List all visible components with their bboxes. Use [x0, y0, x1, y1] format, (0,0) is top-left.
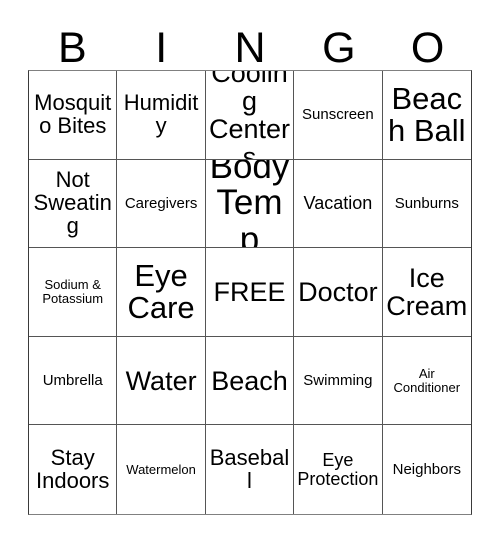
bingo-cell-label: Beach Ball	[388, 80, 466, 148]
bingo-cell-label: Swimming	[303, 371, 373, 389]
bingo-cell-label: Neighbors	[392, 460, 461, 478]
bingo-cell-o2[interactable]: Sunburns	[382, 159, 471, 249]
bingo-cell-i2[interactable]: Caregivers	[117, 159, 206, 249]
bingo-cell-label: Air Conditioner	[393, 366, 461, 395]
bingo-cell-i4[interactable]: Water	[117, 336, 206, 426]
bingo-cell-n2[interactable]: Body Temp	[205, 159, 295, 249]
bingo-cell-free-space[interactable]: FREE	[205, 248, 295, 337]
bingo-cell-o4[interactable]: Air Conditioner	[382, 336, 471, 426]
bingo-grid: Mosquito Bites Humidity Cooling Centers …	[28, 70, 472, 515]
bingo-header-letter-g: G	[322, 24, 356, 72]
bingo-cell-label: Humidity	[123, 89, 199, 138]
bingo-cell-b4[interactable]: Umbrella	[29, 336, 118, 426]
bingo-cell-label: Doctor	[298, 276, 378, 307]
bingo-header-letter-n: N	[234, 24, 266, 72]
bingo-cell-label: Umbrella	[42, 371, 103, 389]
bingo-cell-g2[interactable]: Vacation	[294, 159, 383, 249]
bingo-cell-b1[interactable]: Mosquito Bites	[29, 71, 118, 160]
bingo-cell-g5[interactable]: Eye Protection	[294, 425, 383, 514]
bingo-header-letter-i: I	[155, 24, 168, 72]
bingo-cell-b5[interactable]: Stay Indoors	[29, 425, 118, 514]
bingo-cell-label: Eye Protection	[297, 449, 379, 489]
bingo-cell-label: Body Temp	[209, 159, 290, 249]
bingo-cell-label: Not Sweating	[33, 167, 112, 238]
bingo-cell-label: Watermelon	[126, 461, 196, 477]
bingo-cell-label: Sodium & Potassium	[42, 277, 104, 306]
bingo-cell-i1[interactable]: Humidity	[117, 71, 206, 160]
bingo-cell-label: Sunscreen	[302, 106, 374, 123]
bingo-cell-n5[interactable]: Baseball	[205, 425, 295, 514]
bingo-cell-o5[interactable]: Neighbors	[382, 425, 471, 514]
bingo-header-letter-b: B	[58, 24, 87, 72]
bingo-cell-i3[interactable]: Eye Care	[117, 248, 206, 337]
bingo-cell-label: Baseball	[209, 444, 290, 493]
bingo-cell-label: Water	[125, 365, 197, 396]
bingo-cell-label: Cooling Centers	[208, 71, 291, 160]
bingo-cell-label: Sunburns	[394, 194, 459, 212]
bingo-cell-g4[interactable]: Swimming	[294, 336, 383, 426]
bingo-cell-b2[interactable]: Not Sweating	[29, 159, 118, 249]
bingo-cell-i5[interactable]: Watermelon	[117, 425, 206, 514]
bingo-cell-label: Stay Indoors	[36, 444, 110, 493]
bingo-cell-label: Beach	[211, 365, 288, 396]
bingo-cell-label: Eye Care	[127, 257, 195, 325]
bingo-cell-b3[interactable]: Sodium & Potassium	[29, 248, 118, 337]
bingo-cell-label: Mosquito Bites	[34, 89, 112, 138]
bingo-cell-o3[interactable]: Ice Cream	[382, 248, 471, 337]
bingo-cell-o1[interactable]: Beach Ball	[382, 71, 471, 160]
bingo-card: B I N G O Mosquito Bites Humidity Coolin…	[0, 0, 500, 544]
bingo-cell-n1[interactable]: Cooling Centers	[205, 71, 295, 160]
bingo-cell-g1[interactable]: Sunscreen	[294, 71, 383, 160]
bingo-free-space-label: FREE	[213, 276, 286, 307]
bingo-cell-label: Vacation	[303, 193, 373, 214]
bingo-header-letter-o: O	[410, 24, 445, 72]
bingo-cell-label: Ice Cream	[386, 262, 468, 321]
bingo-cell-n4[interactable]: Beach	[205, 336, 295, 426]
bingo-cell-g3[interactable]: Doctor	[294, 248, 383, 337]
bingo-cell-label: Caregivers	[124, 194, 198, 212]
bingo-header-row: B I N G O	[28, 14, 472, 70]
